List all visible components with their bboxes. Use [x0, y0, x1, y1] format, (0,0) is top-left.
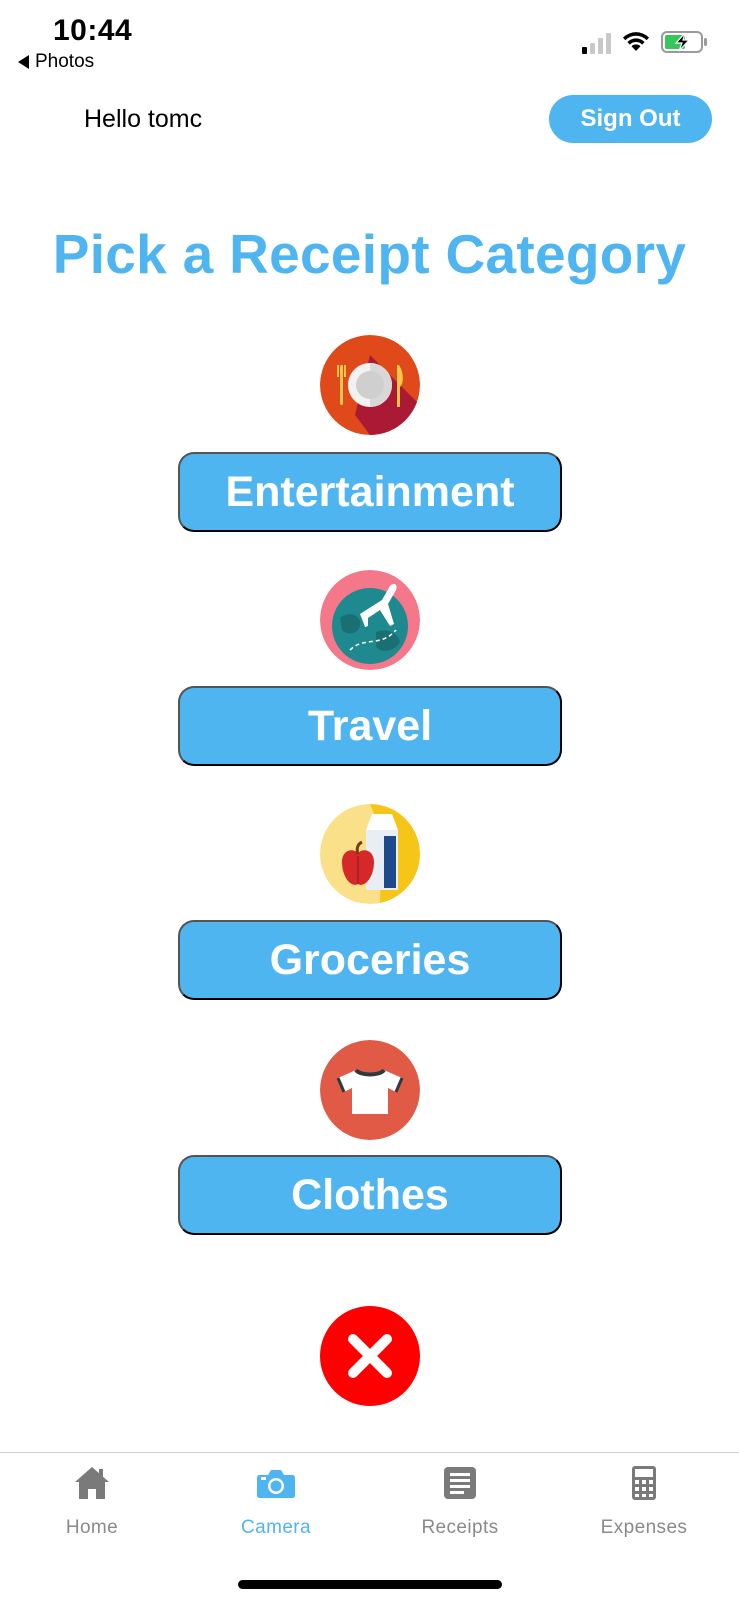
page-title: Pick a Receipt Category	[52, 223, 687, 285]
home-icon	[75, 1467, 109, 1499]
camera-icon	[257, 1470, 295, 1498]
category-clothes-button[interactable]: Clothes	[178, 1155, 562, 1235]
tab-camera[interactable]: Camera	[184, 1463, 368, 1539]
tab-expenses[interactable]: Expenses	[552, 1463, 736, 1539]
status-icons	[582, 30, 709, 54]
dining-plate-icon	[320, 335, 420, 435]
battery-charging-icon	[661, 31, 707, 53]
tab-bar: Home Camera Receipts Expenses	[0, 1452, 739, 1600]
calculator-icon	[632, 1466, 656, 1500]
tab-expenses-label: Expenses	[600, 1517, 688, 1538]
category-travel-button[interactable]: Travel	[178, 686, 562, 766]
cellular-signal-icon	[582, 32, 611, 54]
category-groceries-button[interactable]: Groceries	[178, 920, 562, 1000]
groceries-icon	[320, 804, 420, 904]
back-arrow-icon	[18, 55, 29, 69]
home-indicator[interactable]	[238, 1580, 502, 1589]
sign-out-button[interactable]: Sign Out	[549, 95, 712, 143]
back-to-photos-link[interactable]: Photos	[18, 51, 94, 73]
tab-home[interactable]: Home	[0, 1463, 184, 1539]
greeting-text: Hello tomc	[84, 105, 203, 133]
wifi-icon	[623, 32, 649, 51]
category-entertainment-button[interactable]: Entertainment	[178, 452, 562, 532]
tab-home-label: Home	[65, 1517, 119, 1538]
status-time: 10:44	[53, 14, 133, 47]
tshirt-icon	[320, 1040, 420, 1140]
cancel-button[interactable]	[320, 1306, 420, 1406]
tab-camera-label: Camera	[241, 1517, 311, 1538]
receipts-icon	[444, 1467, 476, 1499]
globe-airplane-icon	[320, 570, 420, 670]
back-link-label: Photos	[35, 51, 95, 72]
tab-receipts[interactable]: Receipts	[368, 1463, 552, 1539]
tab-receipts-label: Receipts	[421, 1517, 499, 1538]
close-icon	[348, 1334, 392, 1378]
